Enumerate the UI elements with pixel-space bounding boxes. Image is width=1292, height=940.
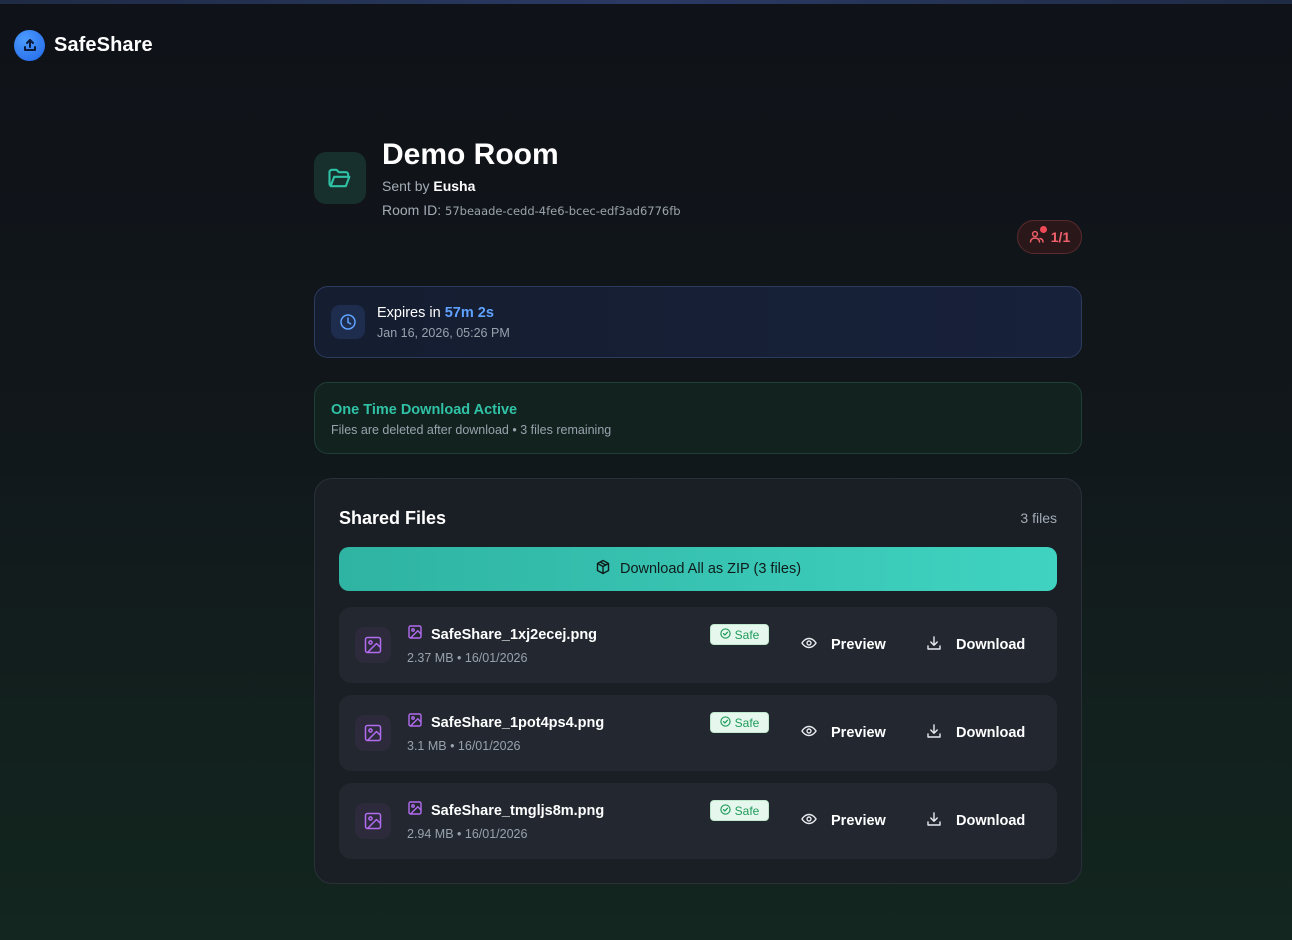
expiry-countdown: 57m 2s [444,305,494,321]
folder-open-icon [314,152,366,204]
file-name: SafeShare_1xj2ecej.png [431,626,598,643]
safe-label: Safe [734,715,760,730]
one-time-download-panel: One Time Download Active Files are delet… [314,382,1082,454]
eye-icon [801,635,817,655]
download-button[interactable]: Download [926,723,1025,743]
file-row: SafeShare_tmgljs8m.png 2.94 MB • 16/01/2… [339,783,1057,859]
one-time-subtitle: Files are deleted after download • 3 fil… [331,423,612,437]
live-dot [1039,226,1047,233]
image-thumbnail-icon [355,715,391,751]
file-meta: 2.94 MB • 16/01/2026 [407,827,528,841]
check-circle-icon [719,715,731,730]
safe-badge: Safe [710,800,769,821]
expiry-text: Expires in 57m 2s [377,305,494,321]
preview-button[interactable]: Preview [801,723,886,743]
room-id-row: Room ID: 57beaade-cedd-4fe6-bcec-edf3ad6… [382,202,681,218]
safe-label: Safe [734,627,760,642]
file-row: SafeShare_1xj2ecej.png 2.37 MB • 16/01/2… [339,607,1057,683]
file-name: SafeShare_1pot4ps4.png [431,714,605,731]
shared-files-heading: Shared Files [339,508,447,528]
image-thumbnail-icon [355,627,391,663]
sender-name: Eusha [433,178,476,194]
file-name-row: SafeShare_1xj2ecej.png [407,624,597,645]
download-label: Download [956,725,1026,741]
file-name-row: SafeShare_tmgljs8m.png [407,800,604,821]
package-icon [595,559,611,579]
file-meta: 2.37 MB • 16/01/2026 [407,651,528,665]
download-label: Download [956,813,1026,829]
file-name-row: SafeShare_1pot4ps4.png [407,712,604,733]
sent-by-prefix: Sent by [382,178,430,194]
preview-label: Preview [831,637,886,653]
users-icon [1029,226,1047,245]
download-button[interactable]: Download [926,635,1025,655]
safe-label: Safe [734,803,760,818]
image-file-icon [407,800,423,821]
brand-logo-link[interactable]: SafeShare [14,29,153,61]
image-file-icon [407,712,423,733]
expiry-datetime: Jan 16, 2026, 05:26 PM [377,326,510,340]
preview-button[interactable]: Preview [801,635,886,655]
eye-icon [801,723,817,743]
room-header: Demo Room Sent by Eusha Room ID: 57beaad… [314,138,1082,258]
file-row: SafeShare_1pot4ps4.png 3.1 MB • 16/01/20… [339,695,1057,771]
sent-by: Sent by Eusha [382,178,475,194]
download-icon [926,811,942,831]
file-name: SafeShare_tmgljs8m.png [431,802,605,819]
image-thumbnail-icon [355,803,391,839]
preview-label: Preview [831,725,886,741]
file-meta: 3.1 MB • 16/01/2026 [407,739,521,753]
shared-files-card: Shared Files 3 files Download All as ZIP… [314,478,1082,884]
download-icon [926,723,942,743]
expiry-prefix: Expires in [377,305,441,321]
check-circle-icon [719,627,731,642]
room-id-value: 57beaade-cedd-4fe6-bcec-edf3ad6776fb [445,204,681,218]
room-title: Demo Room [382,138,559,171]
upload-icon [14,29,45,61]
safe-badge: Safe [710,712,769,733]
files-count: 3 files [1020,510,1057,526]
download-all-zip-label: Download All as ZIP (3 files) [619,561,802,577]
viewers-badge: 1/1 [1017,220,1082,254]
download-all-zip-button[interactable]: Download All as ZIP (3 files) [339,547,1057,591]
download-button[interactable]: Download [926,811,1025,831]
one-time-title: One Time Download Active [331,402,518,418]
clock-icon [331,305,365,339]
download-icon [926,635,942,655]
eye-icon [801,811,817,831]
expiry-panel: Expires in 57m 2s Jan 16, 2026, 05:26 PM [314,286,1082,358]
safe-badge: Safe [710,624,769,645]
preview-button[interactable]: Preview [801,811,886,831]
image-file-icon [407,624,423,645]
download-label: Download [956,637,1026,653]
check-circle-icon [719,803,731,818]
room-id-label: Room ID: [382,202,442,218]
viewers-count: 1/1 [1050,229,1071,245]
top-accent-bar [0,0,1292,4]
app-name: SafeShare [54,33,153,56]
preview-label: Preview [831,813,886,829]
